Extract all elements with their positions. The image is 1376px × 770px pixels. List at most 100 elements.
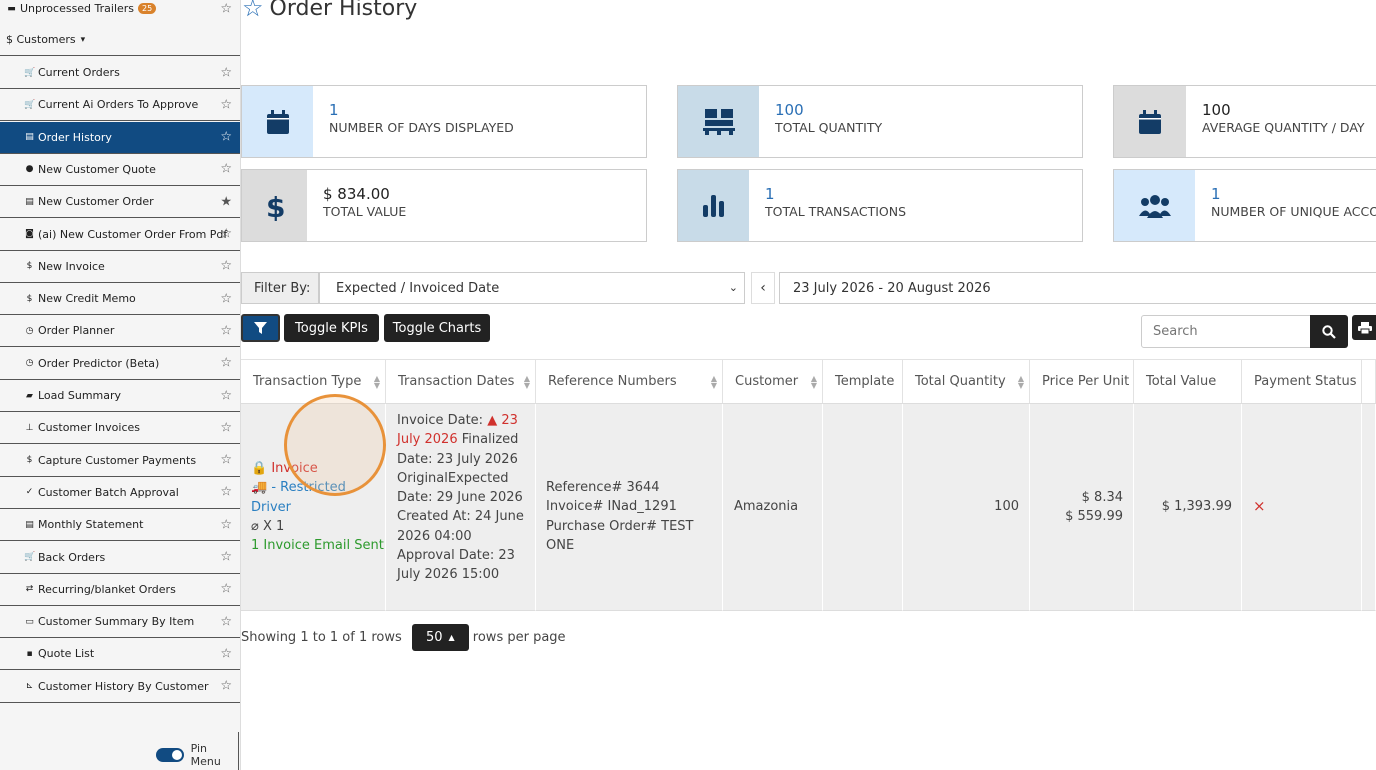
sort-icon[interactable]: ▲ ▼ bbox=[711, 374, 717, 389]
sidebar-item-new-customer-order[interactable]: ▤ New Customer Order ★ bbox=[0, 186, 240, 219]
kpi-label: TOTAL TRANSACTIONS bbox=[765, 204, 907, 219]
sidebar-section-customers[interactable]: $ Customers ▾ bbox=[0, 24, 240, 56]
sidebar-item-quote-list[interactable]: ▪ Quote List ☆ bbox=[0, 638, 240, 671]
sidebar-item-customer-batch-approval[interactable]: ✓ Customer Batch Approval ☆ bbox=[0, 477, 240, 509]
column-header-transaction-dates[interactable]: Transaction Dates ▲ ▼ bbox=[386, 359, 536, 404]
sidebar-item-label: Customer Summary By Item bbox=[38, 615, 195, 629]
sort-icon[interactable]: ▲ ▼ bbox=[524, 374, 530, 389]
page-size-dropdown[interactable]: 50 ▲ bbox=[411, 624, 469, 651]
star-icon[interactable]: ☆ bbox=[220, 291, 232, 306]
sidebar-item-customer-history-by-customer[interactable]: ⊾ Customer History By Customer ☆ bbox=[0, 671, 240, 703]
star-icon[interactable]: ☆ bbox=[220, 356, 232, 371]
sidebar-item-label: Current Orders bbox=[38, 66, 120, 79]
star-icon[interactable]: ☆ bbox=[220, 227, 232, 242]
cart-icon: 🛒 bbox=[24, 552, 36, 562]
column-header-overflow bbox=[1362, 359, 1376, 404]
star-filled-icon[interactable]: ★ bbox=[220, 194, 232, 209]
cell-transaction-dates: Invoice Date: ▲ 23 July 2026 Finalized D… bbox=[386, 404, 536, 611]
sidebar-item-order-history[interactable]: ▤ Order History ☆ bbox=[0, 121, 240, 154]
sidebar-item-label: Monthly Statement bbox=[38, 518, 144, 532]
price-per-unit: $ 8.34 bbox=[1081, 490, 1123, 505]
search-input[interactable] bbox=[1141, 315, 1311, 348]
star-icon[interactable]: ☆ bbox=[220, 388, 232, 403]
sidebar-item-order-predictor-beta[interactable]: ◷ Order Predictor (Beta) ☆ bbox=[0, 348, 240, 380]
toggle-switch[interactable] bbox=[156, 748, 184, 762]
invoice-date-label: Invoice Date: bbox=[397, 413, 484, 428]
sidebar-item-order-planner[interactable]: ◷ Order Planner ☆ bbox=[0, 315, 240, 348]
sidebar-item-current-ai-orders-to-approve[interactable]: 🛒 Current Ai Orders To Approve ☆ bbox=[0, 89, 240, 122]
attachment-count[interactable]: ⌀ X 1 bbox=[251, 517, 385, 536]
kpi-label: TOTAL QUANTITY bbox=[775, 120, 883, 135]
sidebar-item-customer-invoices[interactable]: ⊥ Customer Invoices ☆ bbox=[0, 412, 240, 445]
filter-button[interactable] bbox=[241, 314, 280, 342]
kpi-value: $ 834.00 bbox=[323, 185, 390, 203]
invoice-number: Invoice# INad_1291 bbox=[546, 499, 677, 515]
date-range-input[interactable]: 23 July 2026 - 20 August 2026 bbox=[779, 272, 1376, 304]
pin-menu-toggle[interactable]: Pin Menu bbox=[156, 742, 240, 768]
page-header: ☆ Order History bbox=[242, 0, 417, 22]
sort-icon[interactable]: ▲ ▼ bbox=[811, 374, 817, 389]
star-icon[interactable]: ☆ bbox=[220, 130, 232, 145]
star-icon[interactable]: ☆ bbox=[220, 65, 232, 80]
sidebar-item-new-invoice[interactable]: $ New Invoice ☆ bbox=[0, 251, 240, 283]
customer-name[interactable]: Amazonia bbox=[734, 499, 798, 514]
column-header-transaction-type[interactable]: Transaction Type ▲ ▼ bbox=[241, 359, 386, 404]
star-icon[interactable]: ☆ bbox=[220, 323, 232, 338]
column-header-total-quantity[interactable]: Total Quantity ▲ ▼ bbox=[903, 359, 1030, 404]
toggle-kpis-button[interactable]: Toggle KPIs bbox=[284, 314, 379, 342]
robot-icon: ◙ bbox=[25, 229, 34, 239]
star-icon[interactable]: ☆ bbox=[220, 646, 232, 661]
star-icon[interactable]: ☆ bbox=[220, 679, 232, 694]
sidebar-item-customer-summary-by-item[interactable]: ▭ Customer Summary By Item ☆ bbox=[0, 606, 240, 639]
column-header-payment-status[interactable]: Payment Status bbox=[1242, 359, 1362, 404]
sidebar-item-capture-customer-payments[interactable]: $ Capture Customer Payments ☆ bbox=[0, 445, 240, 477]
star-icon[interactable]: ☆ bbox=[220, 453, 232, 468]
star-icon[interactable]: ☆ bbox=[220, 550, 232, 565]
kpi-value: 1 bbox=[765, 185, 775, 203]
sidebar: ▬ Unprocessed Trailers 25 ☆ $ Customers … bbox=[0, 0, 241, 770]
lock-icon: 🔒 bbox=[251, 461, 268, 476]
kpi-card: 1 NUMBER OF UNIQUE ACCO bbox=[1113, 169, 1376, 242]
column-header-reference-numbers[interactable]: Reference Numbers ▲ ▼ bbox=[536, 359, 723, 404]
star-icon[interactable]: ☆ bbox=[220, 259, 232, 274]
print-button[interactable] bbox=[1352, 315, 1376, 340]
kpi-label: NUMBER OF DAYS DISPLAYED bbox=[329, 120, 514, 135]
svg-text:$: $ bbox=[266, 191, 284, 221]
sidebar-item-unprocessed-trailers[interactable]: ▬ Unprocessed Trailers 25 ☆ bbox=[0, 0, 240, 17]
star-icon[interactable]: ☆ bbox=[220, 485, 232, 500]
sidebar-item-monthly-statement[interactable]: ▤ Monthly Statement ☆ bbox=[0, 509, 240, 542]
sidebar-item-label: New Customer Quote bbox=[38, 162, 156, 176]
sort-icon[interactable]: ▲ ▼ bbox=[374, 374, 380, 389]
kpi-card: 1 TOTAL TRANSACTIONS bbox=[677, 169, 1083, 242]
sidebar-item-label: Customer Batch Approval bbox=[38, 485, 179, 499]
star-icon[interactable]: ☆ bbox=[220, 97, 232, 112]
favorite-star-icon[interactable]: ☆ bbox=[242, 0, 264, 22]
cell-total-value: $ 1,393.99 bbox=[1134, 404, 1242, 611]
sidebar-item-label: Order Predictor (Beta) bbox=[38, 356, 160, 370]
column-header-template[interactable]: Template bbox=[823, 359, 903, 404]
repeat-icon: ⇄ bbox=[25, 584, 34, 595]
column-header-total-value[interactable]: Total Value bbox=[1134, 359, 1242, 404]
star-icon[interactable]: ☆ bbox=[220, 614, 232, 629]
star-icon[interactable]: ☆ bbox=[220, 582, 232, 597]
warning-icon: ▲ bbox=[487, 413, 498, 428]
sidebar-item-current-orders[interactable]: 🛒 Current Orders ☆ bbox=[0, 57, 240, 89]
toggle-charts-button[interactable]: Toggle Charts bbox=[384, 314, 490, 342]
sidebar-item-recurring-blanket-orders[interactable]: ⇄ Recurring/blanket Orders ☆ bbox=[0, 574, 240, 606]
column-header-customer[interactable]: Customer ▲ ▼ bbox=[723, 359, 823, 404]
filter-by-select[interactable]: Expected / Invoiced Date ⌄ bbox=[319, 272, 745, 304]
sidebar-item-back-orders[interactable]: 🛒 Back Orders ☆ bbox=[0, 542, 240, 574]
sidebar-item-new-credit-memo[interactable]: $ New Credit Memo ☆ bbox=[0, 283, 240, 316]
column-header-price-per-unit[interactable]: Price Per Unit bbox=[1030, 359, 1134, 404]
sidebar-item-new-customer-quote[interactable]: ● New Customer Quote ☆ bbox=[0, 154, 240, 186]
search-button[interactable] bbox=[1310, 315, 1348, 348]
sort-icon[interactable]: ▲ ▼ bbox=[1018, 374, 1024, 389]
date-prev-button[interactable]: ‹ bbox=[751, 272, 775, 304]
star-icon[interactable]: ☆ bbox=[220, 1, 232, 16]
sidebar-item-ai-new-customer-order-from-pdf[interactable]: ◙ (ai) New Customer Order From Pdf ☆ bbox=[0, 219, 240, 251]
column-header-label: Transaction Type bbox=[253, 374, 362, 389]
star-icon[interactable]: ☆ bbox=[220, 517, 232, 532]
star-icon[interactable]: ☆ bbox=[220, 162, 232, 177]
star-icon[interactable]: ☆ bbox=[220, 420, 232, 435]
sidebar-item-load-summary[interactable]: ▰ Load Summary ☆ bbox=[0, 380, 240, 412]
